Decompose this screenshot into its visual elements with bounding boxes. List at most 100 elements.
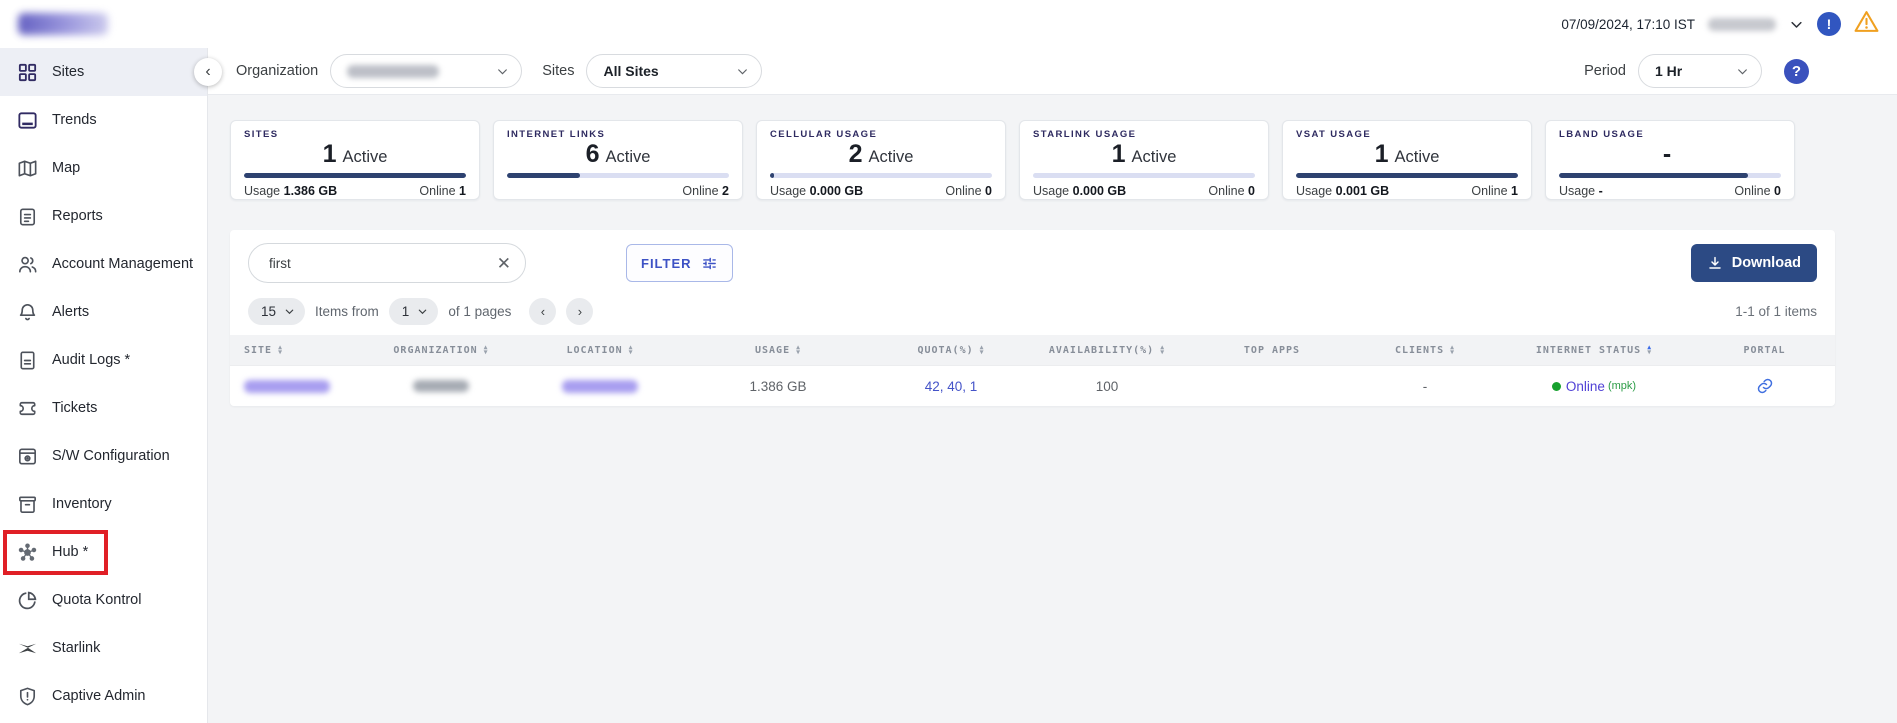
sites-select-value: All Sites [603,63,658,79]
organization-label: Organization [236,63,318,79]
notification-badge-icon[interactable]: ! [1817,12,1841,36]
card-value: 1 [1375,140,1389,168]
period-select-value: 1 Hr [1655,63,1682,79]
hub-icon [16,541,39,564]
site-link-redacted[interactable] [244,380,330,393]
cell-portal [1694,377,1835,395]
cell-quota[interactable]: 42, 40, 1 [876,379,1026,394]
sort-icon[interactable]: ▲▼ [278,345,283,356]
warning-triangle-icon[interactable] [1854,10,1879,38]
sidebar-item-trends[interactable]: Trends [0,96,207,144]
column-header-portal[interactable]: PORTAL [1694,345,1835,356]
prev-page-button[interactable]: ‹ [529,298,556,325]
online-status-dot [1552,382,1561,391]
stat-card-internet-links: INTERNET LINKS 6Active Online 2 [493,120,743,200]
of-pages-label: of 1 pages [448,304,511,319]
stat-card-lband-usage: LBAND USAGE - Usage - Online 0 [1545,120,1795,200]
column-header-location[interactable]: LOCATION ▲▼ [520,345,680,356]
sites-label: Sites [542,63,574,79]
card-online: Online 2 [682,184,729,198]
usage-progress-bar [507,173,729,178]
sidebar-collapse-button[interactable]: ‹ [194,58,222,86]
location-link-redacted[interactable] [562,380,638,393]
sidebar-item-starlink[interactable]: Starlink [0,624,207,672]
column-header-clients[interactable]: CLIENTS ▲▼ [1356,345,1494,356]
sidebar-item-inventory[interactable]: Inventory [0,480,207,528]
table-row[interactable]: 1.386 GB 42, 40, 1 100 - Online (mpk) [230,365,1835,406]
download-button[interactable]: Download [1691,244,1817,282]
cell-usage: 1.386 GB [680,379,876,394]
sort-icon[interactable]: ▲▼ [796,345,801,356]
clear-search-icon[interactable]: ✕ [497,255,511,272]
filter-button[interactable]: FILTER [626,244,733,282]
card-usage: Usage 0.000 GB [1033,184,1126,198]
sidebar-item-hub[interactable]: Hub * [0,528,207,576]
card-online: Online 0 [1208,184,1255,198]
main-content: ‹ Organization Sites All Sites Period 1 … [208,48,1897,723]
table-header-row: SITE ▲▼ ORGANIZATION ▲▼ LOCATION ▲▼ USAG… [230,335,1835,365]
sort-icon[interactable]: ▲▼ [1450,345,1455,356]
pagination-bar: 15 Items from 1 of 1 pages ‹ › 1-1 of 1 … [230,292,1835,335]
bell-icon [16,301,39,324]
usage-progress-bar [770,173,992,178]
next-page-button[interactable]: › [566,298,593,325]
chevron-down-icon [284,306,295,317]
card-online: Online 1 [419,184,466,198]
sort-icon[interactable]: ▲▼ [629,345,634,356]
user-chevron-down-icon[interactable] [1789,17,1804,32]
sidebar-item-map[interactable]: Map [0,144,207,192]
sites-select[interactable]: All Sites [586,54,762,88]
portal-link-icon[interactable] [1756,377,1774,395]
column-header-quota[interactable]: QUOTA(%) ▲▼ [876,345,1026,356]
column-header-organization[interactable]: ORGANIZATION ▲▼ [362,345,520,356]
organization-select[interactable] [330,54,522,88]
period-select[interactable]: 1 Hr [1638,54,1762,88]
column-header-usage[interactable]: USAGE ▲▼ [680,345,876,356]
column-header-site[interactable]: SITE ▲▼ [230,345,362,356]
card-suffix: Active [1394,148,1439,166]
sidebar-item-sw-configuration[interactable]: S/W Configuration [0,432,207,480]
user-menu[interactable] [1708,18,1776,31]
sort-icon[interactable]: ▲▼ [980,345,985,356]
page-select[interactable]: 1 [389,298,439,325]
audit-logs-icon [16,349,39,372]
captive-admin-shield-icon [16,685,39,708]
sidebar-item-sites[interactable]: Sites [0,48,207,96]
sidebar-item-alerts[interactable]: Alerts [0,288,207,336]
sidebar-item-account-management[interactable]: Account Management [0,240,207,288]
card-value: - [1663,140,1671,168]
column-header-availability[interactable]: AVAILABILITY(%) ▲▼ [1026,345,1188,356]
cell-internet-status: Online (mpk) [1494,379,1694,394]
column-header-top-apps[interactable]: TOP APPS [1188,345,1356,356]
account-icon [16,253,39,276]
search-input[interactable] [267,255,497,272]
items-from-label: Items from [315,304,379,319]
usage-progress-bar [1033,173,1255,178]
sort-icon[interactable]: ▲▼ [1160,345,1165,356]
sidebar-item-label: Inventory [52,496,112,512]
sort-icon[interactable]: ▲▼ [1647,345,1652,356]
organization-value-redacted [347,65,439,78]
grid-icon [16,61,39,84]
sidebar-item-quota-kontrol[interactable]: Quota Kontrol [0,576,207,624]
sidebar-item-label: Alerts [52,304,89,320]
sidebar-item-captive-admin[interactable]: Captive Admin [0,672,207,720]
sidebar-item-label: Reports [52,208,103,224]
sidebar-item-audit-logs[interactable]: Audit Logs * [0,336,207,384]
usage-progress-bar [244,173,466,178]
help-icon[interactable]: ? [1784,59,1809,84]
sort-icon[interactable]: ▲▼ [484,345,489,356]
ticket-icon [16,397,39,420]
page-size-value: 15 [261,304,276,319]
sidebar-item-reports[interactable]: Reports [0,192,207,240]
cell-clients: - [1356,379,1494,394]
app-logo [18,13,108,35]
sites-table-panel: ✕ FILTER Download [230,230,1835,406]
sidebar-item-label: Hub * [52,544,88,560]
page-size-select[interactable]: 15 [248,298,305,325]
sidebar-item-tickets[interactable]: Tickets [0,384,207,432]
card-online: Online 0 [945,184,992,198]
sw-configuration-icon [16,445,39,468]
usage-progress-bar [1296,173,1518,178]
column-header-internet-status[interactable]: INTERNET STATUS ▲▼ [1494,345,1694,356]
